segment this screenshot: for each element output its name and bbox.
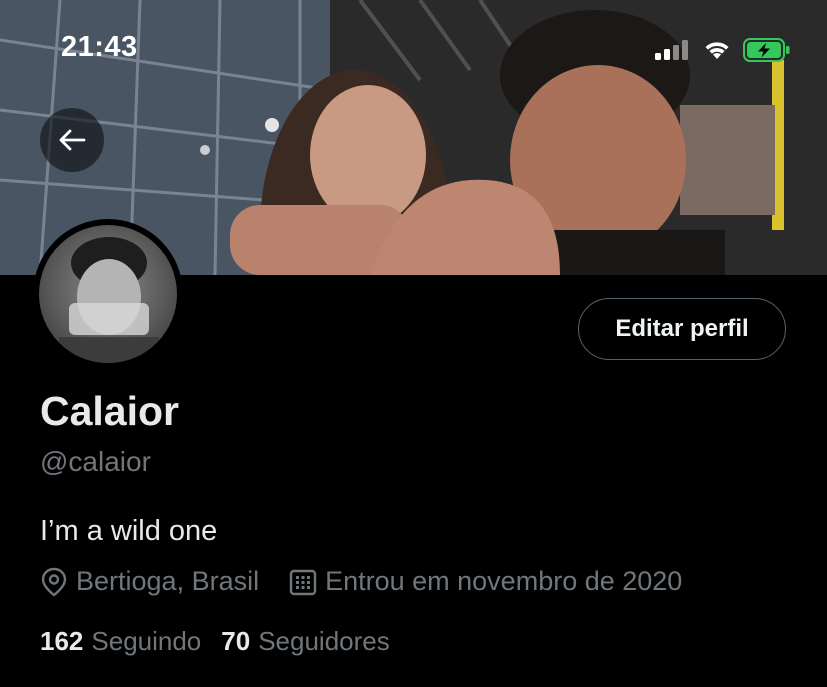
avatar-image (39, 225, 177, 363)
location-text: Bertioga, Brasil (76, 566, 260, 596)
battery-charging-icon (743, 38, 790, 62)
display-name: Calaior (40, 388, 179, 434)
edit-profile-button[interactable]: Editar perfil (578, 298, 786, 360)
followers-link[interactable]: 70 Seguidores (221, 626, 389, 657)
status-bar-time: 21:43 (61, 31, 138, 63)
calendar-icon (289, 569, 317, 595)
user-handle: @calaior (40, 446, 151, 477)
status-bar-icons (655, 38, 791, 62)
cellular-signal-icon (655, 40, 688, 60)
wifi-icon (705, 42, 729, 59)
following-label: Seguindo (91, 626, 202, 656)
joined-text: Entrou em novembro de 2020 (325, 566, 683, 596)
profile-avatar[interactable] (33, 219, 183, 369)
following-link[interactable]: 162 Seguindo (40, 626, 201, 657)
profile-bio: I’m a wild one (40, 515, 218, 547)
followers-count: 70 (221, 626, 251, 656)
followers-label: Seguidores (258, 626, 390, 656)
back-button[interactable] (40, 108, 104, 172)
joined-item: Entrou em novembro de 2020 (289, 566, 682, 597)
location-item: Bertioga, Brasil (40, 566, 259, 597)
location-pin-icon (41, 567, 67, 596)
follow-stats: 162 Seguindo 70 Seguidores (40, 626, 390, 657)
profile-meta: Bertioga, Brasil Entrou em novembro de 2… (40, 566, 682, 597)
following-count: 162 (40, 626, 84, 656)
back-arrow-icon (59, 129, 86, 151)
